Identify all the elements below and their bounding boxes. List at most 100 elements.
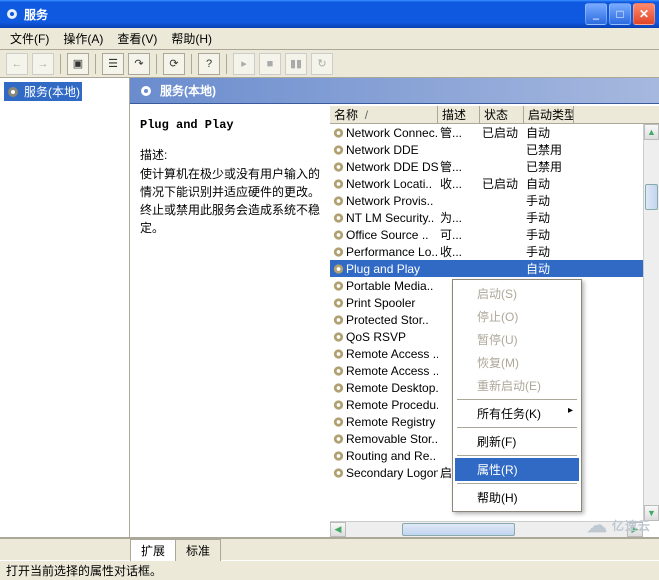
cell-name: NT LM Security.. bbox=[346, 211, 434, 225]
table-row[interactable]: NT LM Security..为...手动 bbox=[330, 209, 643, 226]
forward-button[interactable]: → bbox=[32, 53, 54, 75]
cell-name: Print Spooler bbox=[346, 296, 415, 310]
cell-name: Portable Media.. bbox=[346, 279, 433, 293]
ctx-alltasks[interactable]: 所有任务(K) bbox=[455, 402, 579, 425]
scroll-left-button[interactable]: ◀ bbox=[330, 522, 346, 537]
scroll-thumb[interactable] bbox=[402, 523, 514, 536]
gear-icon bbox=[332, 449, 345, 463]
cell-status: 已启动 bbox=[480, 175, 524, 192]
tab-extended[interactable]: 扩展 bbox=[130, 539, 176, 561]
cell-name: Network DDE bbox=[346, 143, 419, 157]
ctx-stop[interactable]: 停止(O) bbox=[455, 305, 579, 328]
show-hide-tree-button[interactable]: ▣ bbox=[67, 53, 89, 75]
col-startup[interactable]: 启动类型 bbox=[524, 106, 574, 123]
titlebar: 服务 _ □ ✕ bbox=[0, 0, 659, 28]
detail-pane: Plug and Play 描述: 使计算机在极少或没有用户输入的情况下能识别并… bbox=[130, 106, 330, 537]
cell-name: Network Provis.. bbox=[346, 194, 433, 208]
ctx-resume[interactable]: 恢复(M) bbox=[455, 351, 579, 374]
gear-icon bbox=[332, 160, 345, 174]
status-bar: 打开当前选择的属性对话框。 bbox=[0, 560, 659, 580]
cell-desc: 管... bbox=[438, 158, 480, 175]
export-button[interactable]: ↷ bbox=[128, 53, 150, 75]
cell-desc: 收... bbox=[438, 243, 480, 260]
menu-file[interactable]: 文件(F) bbox=[4, 28, 55, 49]
separator bbox=[95, 54, 96, 74]
help-button[interactable]: ? bbox=[198, 53, 220, 75]
separator bbox=[60, 54, 61, 74]
gear-icon bbox=[332, 347, 345, 361]
stop-service-button[interactable]: ■ bbox=[259, 53, 281, 75]
table-row[interactable]: Network Connec..管...已启动自动 bbox=[330, 124, 643, 141]
cell-name: Routing and Re.. bbox=[346, 449, 436, 463]
status-text: 打开当前选择的属性对话框。 bbox=[6, 562, 162, 579]
description-label: 描述: bbox=[140, 146, 320, 163]
close-button[interactable]: ✕ bbox=[633, 3, 655, 25]
ctx-properties[interactable]: 属性(R) bbox=[455, 458, 579, 481]
table-row[interactable]: Office Source ..可...手动 bbox=[330, 226, 643, 243]
panel-title: 服务(本地) bbox=[160, 82, 216, 99]
cell-desc: 为... bbox=[438, 209, 480, 226]
col-name[interactable]: 名称 / bbox=[330, 106, 438, 123]
app-icon bbox=[4, 6, 20, 22]
cell-name: Performance Lo.. bbox=[346, 245, 438, 259]
table-row[interactable]: Network Provis.. 手动 bbox=[330, 192, 643, 209]
separator bbox=[457, 455, 577, 456]
scroll-thumb[interactable] bbox=[645, 184, 658, 210]
gear-icon bbox=[332, 177, 345, 191]
tree-pane: 服务(本地) bbox=[0, 78, 130, 537]
ctx-refresh[interactable]: 刷新(F) bbox=[455, 430, 579, 453]
vertical-scrollbar[interactable]: ▲ ▼ bbox=[643, 124, 659, 521]
gear-icon bbox=[332, 245, 345, 259]
cell-name: Secondary Logon bbox=[346, 466, 438, 480]
tree-root[interactable]: 服务(本地) bbox=[4, 82, 82, 101]
gear-icon bbox=[332, 398, 345, 412]
selected-service-name: Plug and Play bbox=[140, 118, 320, 132]
maximize-button[interactable]: □ bbox=[609, 3, 631, 25]
table-row[interactable]: Network DDE 已禁用 bbox=[330, 141, 643, 158]
col-desc[interactable]: 描述 bbox=[438, 106, 480, 123]
gear-icon bbox=[332, 330, 345, 344]
col-status[interactable]: 状态 bbox=[480, 106, 524, 123]
table-row[interactable]: Plug and Play自动 bbox=[330, 260, 643, 277]
window-title: 服务 bbox=[24, 6, 585, 23]
watermark-text: 亿速云 bbox=[612, 517, 651, 534]
scroll-up-button[interactable]: ▲ bbox=[644, 124, 659, 140]
menu-help[interactable]: 帮助(H) bbox=[165, 28, 218, 49]
cell-name: Remote Procedu.. bbox=[346, 398, 438, 412]
refresh-button[interactable]: ⟳ bbox=[163, 53, 185, 75]
menu-view[interactable]: 查看(V) bbox=[111, 28, 163, 49]
cell-name: Protected Stor.. bbox=[346, 313, 429, 327]
restart-service-button[interactable]: ↻ bbox=[311, 53, 333, 75]
cell-startup: 已禁用 bbox=[524, 141, 574, 158]
menu-action[interactable]: 操作(A) bbox=[57, 28, 109, 49]
gear-icon bbox=[332, 262, 345, 276]
cell-name: Removable Stor.. bbox=[346, 432, 438, 446]
properties-button[interactable]: ☰ bbox=[102, 53, 124, 75]
cell-startup: 已禁用 bbox=[524, 158, 574, 175]
ctx-start[interactable]: 启动(S) bbox=[455, 282, 579, 305]
gear-icon bbox=[332, 296, 345, 310]
cell-startup: 手动 bbox=[524, 226, 574, 243]
table-row[interactable]: Network Locati..收...已启动自动 bbox=[330, 175, 643, 192]
back-button[interactable]: ← bbox=[6, 53, 28, 75]
ctx-help[interactable]: 帮助(H) bbox=[455, 486, 579, 509]
minimize-button[interactable]: _ bbox=[585, 3, 607, 25]
start-service-button[interactable]: ▸ bbox=[233, 53, 255, 75]
ctx-pause[interactable]: 暂停(U) bbox=[455, 328, 579, 351]
table-row[interactable]: Performance Lo..收...手动 bbox=[330, 243, 643, 260]
pause-service-button[interactable]: ▮▮ bbox=[285, 53, 307, 75]
cell-name: Network DDE DSDM bbox=[346, 160, 438, 174]
gear-icon bbox=[138, 83, 154, 99]
cell-startup: 手动 bbox=[524, 192, 574, 209]
tab-standard[interactable]: 标准 bbox=[175, 539, 221, 561]
ctx-restart[interactable]: 重新启动(E) bbox=[455, 374, 579, 397]
tree-root-label: 服务(本地) bbox=[24, 83, 80, 100]
cell-desc: 收... bbox=[438, 175, 480, 192]
cell-name: Office Source .. bbox=[346, 228, 428, 242]
cell-startup: 自动 bbox=[524, 260, 574, 277]
table-row[interactable]: Network DDE DSDM管... 已禁用 bbox=[330, 158, 643, 175]
cell-name: Network Connec.. bbox=[346, 126, 438, 140]
gear-icon bbox=[332, 313, 345, 327]
separator bbox=[457, 483, 577, 484]
gear-icon bbox=[332, 432, 345, 446]
